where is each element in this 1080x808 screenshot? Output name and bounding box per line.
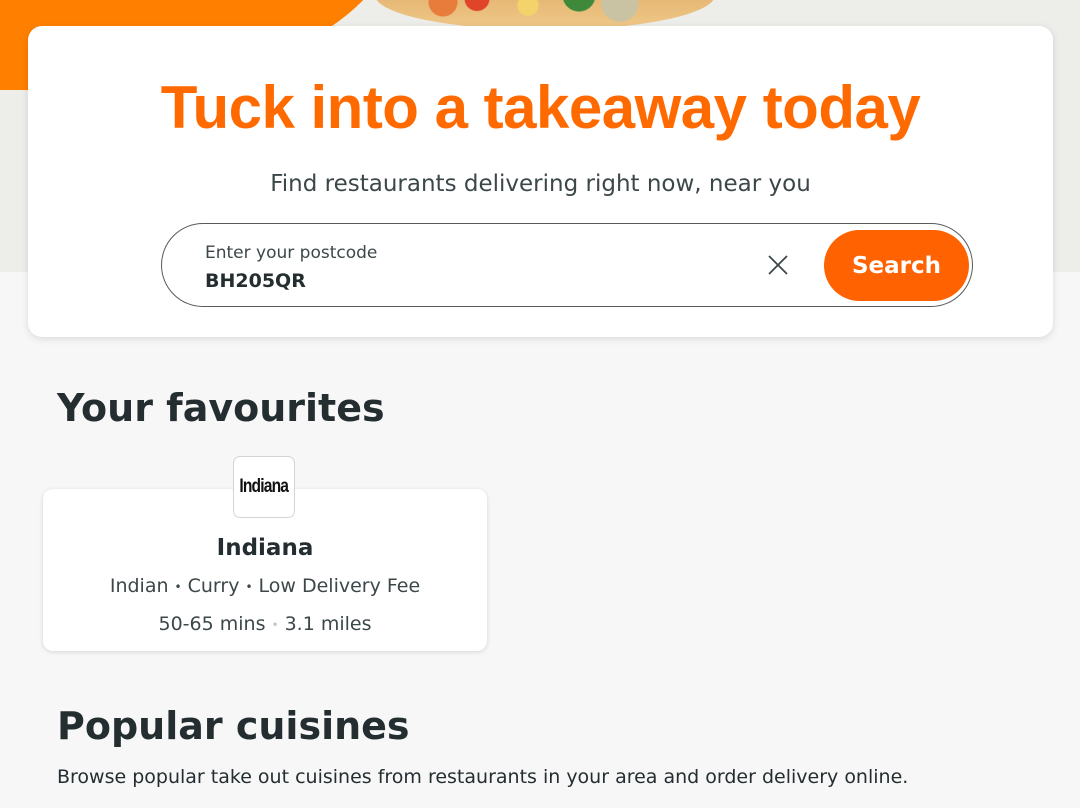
distance: 3.1 miles [284,613,372,635]
separator-dot: • [245,579,253,594]
postcode-search-bar: Enter your postcode Search [161,223,973,307]
hero-title: Tuck into a takeaway today [160,74,921,141]
restaurant-tags: Indian • Curry • Low Delivery Fee [43,575,487,597]
favourite-restaurant-card[interactable]: Indiana Indiana Indian • Curry • Low Deliver… [43,456,487,651]
separator-dot: • [271,617,279,632]
offer-tag: Low Delivery Fee [258,575,421,597]
hero-subtitle: Find restaurants delivering right now, n… [270,171,811,197]
restaurant-name: Indiana [216,535,314,561]
popular-cuisines-heading: Popular cuisines [57,704,410,748]
favourites-heading: Your favourites [57,386,385,430]
postcode-input[interactable] [205,270,725,292]
search-button[interactable]: Search [824,230,969,301]
delivery-time: 50-65 mins [158,613,266,635]
separator-dot: • [174,579,182,594]
popular-cuisines-description: Browse popular take out cuisines from re… [57,766,909,788]
postcode-field-label: Enter your postcode [205,243,378,263]
cuisine-tag: Indian [109,575,169,597]
restaurant-logo: Indiana [233,456,295,518]
close-icon[interactable] [766,253,790,277]
restaurant-meta: 50-65 mins • 3.1 miles [43,613,487,635]
search-card: Tuck into a takeaway today Find restaura… [28,26,1053,337]
cuisine-tag: Curry [187,575,240,597]
